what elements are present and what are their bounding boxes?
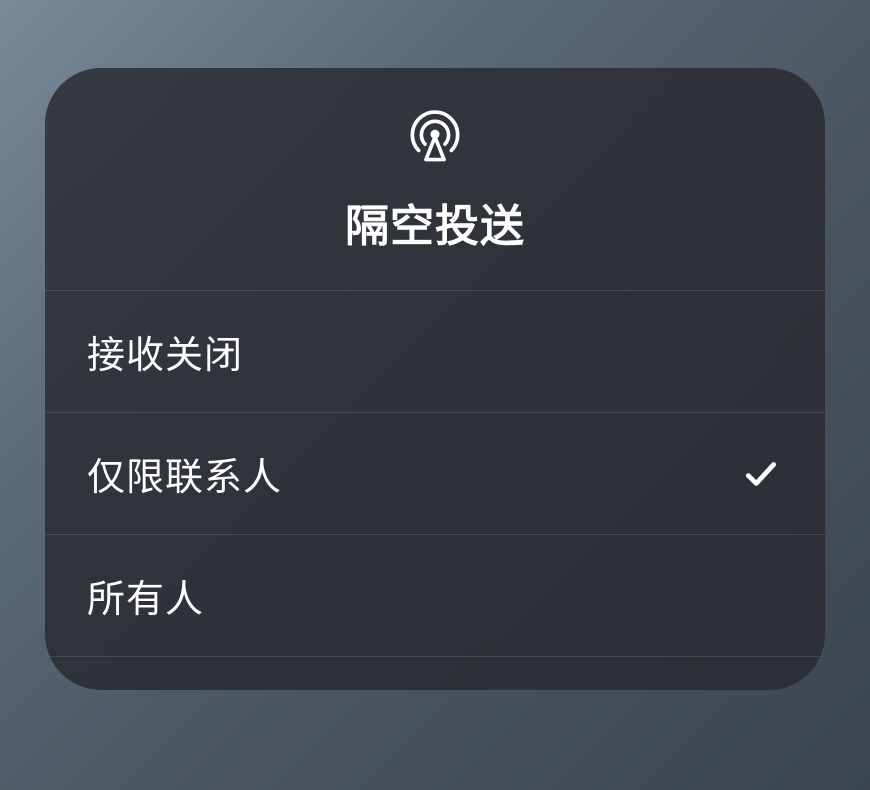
airdrop-icon: [405, 106, 465, 166]
option-receiving-off[interactable]: 接收关闭: [45, 290, 825, 412]
check-icon: [739, 452, 783, 496]
airdrop-panel: 隔空投送 接收关闭 仅限联系人 所有人: [45, 68, 825, 690]
option-label: 所有人: [87, 568, 204, 623]
bottom-spacer: [45, 656, 825, 690]
option-contacts-only[interactable]: 仅限联系人: [45, 412, 825, 534]
option-everyone[interactable]: 所有人: [45, 534, 825, 656]
option-label: 接收关闭: [87, 324, 243, 379]
panel-title: 隔空投送: [345, 190, 525, 254]
option-label: 仅限联系人: [87, 446, 282, 501]
panel-header: 隔空投送: [45, 68, 825, 290]
options-list: 接收关闭 仅限联系人 所有人: [45, 290, 825, 690]
